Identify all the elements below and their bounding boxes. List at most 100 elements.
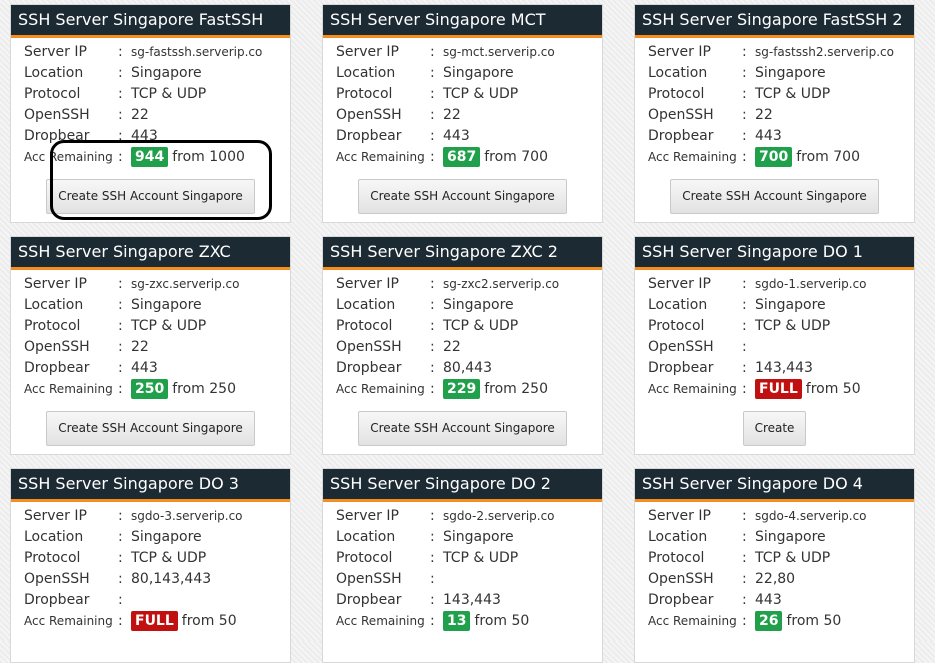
detail-value: sgdo-1.serverip.co [755, 277, 867, 291]
create-account-button[interactable]: Create SSH Account Singapore [670, 179, 879, 214]
detail-colon: : [430, 529, 435, 545]
detail-colon: : [742, 381, 747, 397]
detail-colon: : [430, 381, 435, 397]
detail-colon: : [742, 276, 747, 292]
detail-label: Protocol [336, 550, 393, 566]
create-account-button[interactable]: Create SSH Account Singapore [358, 411, 567, 446]
detail-row-dropbear: Dropbear:143,443 [336, 590, 602, 611]
detail-row-openssh: OpenSSH:22 [24, 337, 290, 358]
detail-colon: : [742, 571, 747, 587]
detail-label: Location [24, 529, 84, 545]
detail-label: Protocol [648, 86, 705, 102]
remaining-badge: 13 [443, 611, 471, 631]
create-account-button[interactable]: Create SSH Account Singapore [46, 411, 255, 446]
capacity-text: from 700 [796, 149, 860, 165]
detail-label: Dropbear [648, 592, 714, 608]
detail-colon: : [430, 107, 435, 123]
detail-row-dropbear: Dropbear:143,443 [648, 358, 914, 379]
detail-colon: : [430, 44, 435, 60]
detail-value: 80,443 [443, 360, 492, 376]
detail-label: Protocol [648, 318, 705, 334]
create-account-button[interactable]: Create SSH Account Singapore [46, 179, 255, 214]
detail-value: 143,443 [755, 360, 813, 376]
server-card-title: SSH Server Singapore DO 4 [635, 469, 914, 502]
detail-row-ip: Server IP: sg-fastssh2.serverip.co [648, 42, 914, 63]
detail-row-acc-remaining: Acc Remaining:13 from 50 [336, 611, 602, 632]
detail-row-ip: Server IP: sgdo-2.serverip.co [336, 506, 602, 527]
detail-value: TCP & UDP [131, 318, 207, 334]
detail-colon: : [118, 550, 123, 566]
server-card-body: Server IP: sg-mct.serverip.co Location: Sin… [323, 38, 602, 222]
detail-row-openssh: OpenSSH:22 [336, 105, 602, 126]
detail-label: Acc Remaining [24, 614, 113, 628]
detail-row-protocol: Protocol: TCP & UDP [24, 548, 290, 569]
detail-row-protocol: Protocol: TCP & UDP [648, 316, 914, 337]
detail-row-dropbear: Dropbear:80,443 [336, 358, 602, 379]
detail-value: 22,80 [755, 571, 796, 587]
create-account-button[interactable]: Create [742, 411, 807, 446]
detail-colon: : [742, 550, 747, 566]
detail-label: Acc Remaining [648, 614, 737, 628]
detail-colon: : [118, 529, 123, 545]
detail-row-dropbear: Dropbear:443 [648, 126, 914, 147]
detail-row-ip: Server IP: sgdo-1.serverip.co [648, 274, 914, 295]
detail-value: TCP & UDP [131, 86, 207, 102]
detail-row-location: Location: Singapore [336, 63, 602, 84]
capacity-text: from 1000 [172, 149, 245, 165]
detail-colon: : [118, 149, 123, 165]
detail-row-location: Location: Singapore [648, 527, 914, 548]
detail-colon: : [742, 508, 747, 524]
detail-value: TCP & UDP [755, 550, 831, 566]
detail-value: 443 [755, 592, 782, 608]
server-card-title: SSH Server Singapore DO 3 [11, 469, 290, 502]
detail-colon: : [118, 65, 123, 81]
detail-label: Acc Remaining [648, 382, 737, 396]
detail-value: 443 [443, 128, 470, 144]
server-card: SSH Server Singapore MCT Server IP: sg-mct… [322, 4, 603, 223]
detail-row-location: Location: Singapore [648, 63, 914, 84]
detail-row-dropbear: Dropbear:443 [24, 126, 290, 147]
detail-row-ip: Server IP: sg-fastssh.serverip.co [24, 42, 290, 63]
detail-row-openssh: OpenSSH:22,80 [648, 569, 914, 590]
detail-colon: : [430, 592, 435, 608]
capacity-text: from 250 [172, 381, 236, 397]
detail-colon: : [430, 65, 435, 81]
detail-label: Server IP [648, 44, 711, 60]
server-card: SSH Server Singapore FastSSH 2 Server IP:… [634, 4, 915, 223]
detail-row-acc-remaining: Acc Remaining:687 from 700 [336, 147, 602, 168]
server-card-body: Server IP: sg-zxc2.serverip.co Location: Si… [323, 270, 602, 454]
detail-label: OpenSSH [648, 107, 714, 123]
detail-colon: : [118, 318, 123, 334]
create-account-button[interactable]: Create SSH Account Singapore [358, 179, 567, 214]
remaining-badge: 26 [755, 611, 783, 631]
detail-row-protocol: Protocol: TCP & UDP [648, 84, 914, 105]
detail-colon: : [430, 550, 435, 566]
detail-value: Singapore [443, 65, 514, 81]
detail-colon: : [118, 44, 123, 60]
detail-label: Dropbear [24, 592, 90, 608]
detail-value: TCP & UDP [443, 550, 519, 566]
server-card: SSH Server Singapore ZXC 2 Server IP: sg-z… [322, 236, 603, 455]
detail-label: Protocol [648, 550, 705, 566]
detail-value: Singapore [443, 297, 514, 313]
server-card-body: Server IP: sgdo-2.serverip.co Location: Sin… [323, 502, 602, 662]
detail-value: 22 [131, 339, 149, 355]
detail-value: 22 [443, 107, 461, 123]
detail-row-ip: Server IP: sg-zxc2.serverip.co [336, 274, 602, 295]
detail-value: sg-fastssh.serverip.co [131, 45, 263, 59]
detail-colon: : [742, 44, 747, 60]
detail-value: Singapore [755, 65, 826, 81]
detail-label: Protocol [336, 86, 393, 102]
detail-label: OpenSSH [336, 571, 402, 587]
detail-label: Location [24, 297, 84, 313]
detail-value: Singapore [755, 529, 826, 545]
detail-row-acc-remaining: Acc Remaining:250 from 250 [24, 379, 290, 400]
detail-colon: : [118, 613, 123, 629]
detail-label: Acc Remaining [648, 150, 737, 164]
server-card: SSH Server Singapore ZXC Server IP: sg-zxc… [10, 236, 291, 455]
capacity-text: from 250 [484, 381, 548, 397]
detail-colon: : [430, 149, 435, 165]
detail-label: Server IP [24, 44, 87, 60]
detail-colon: : [742, 339, 747, 355]
detail-colon: : [118, 508, 123, 524]
